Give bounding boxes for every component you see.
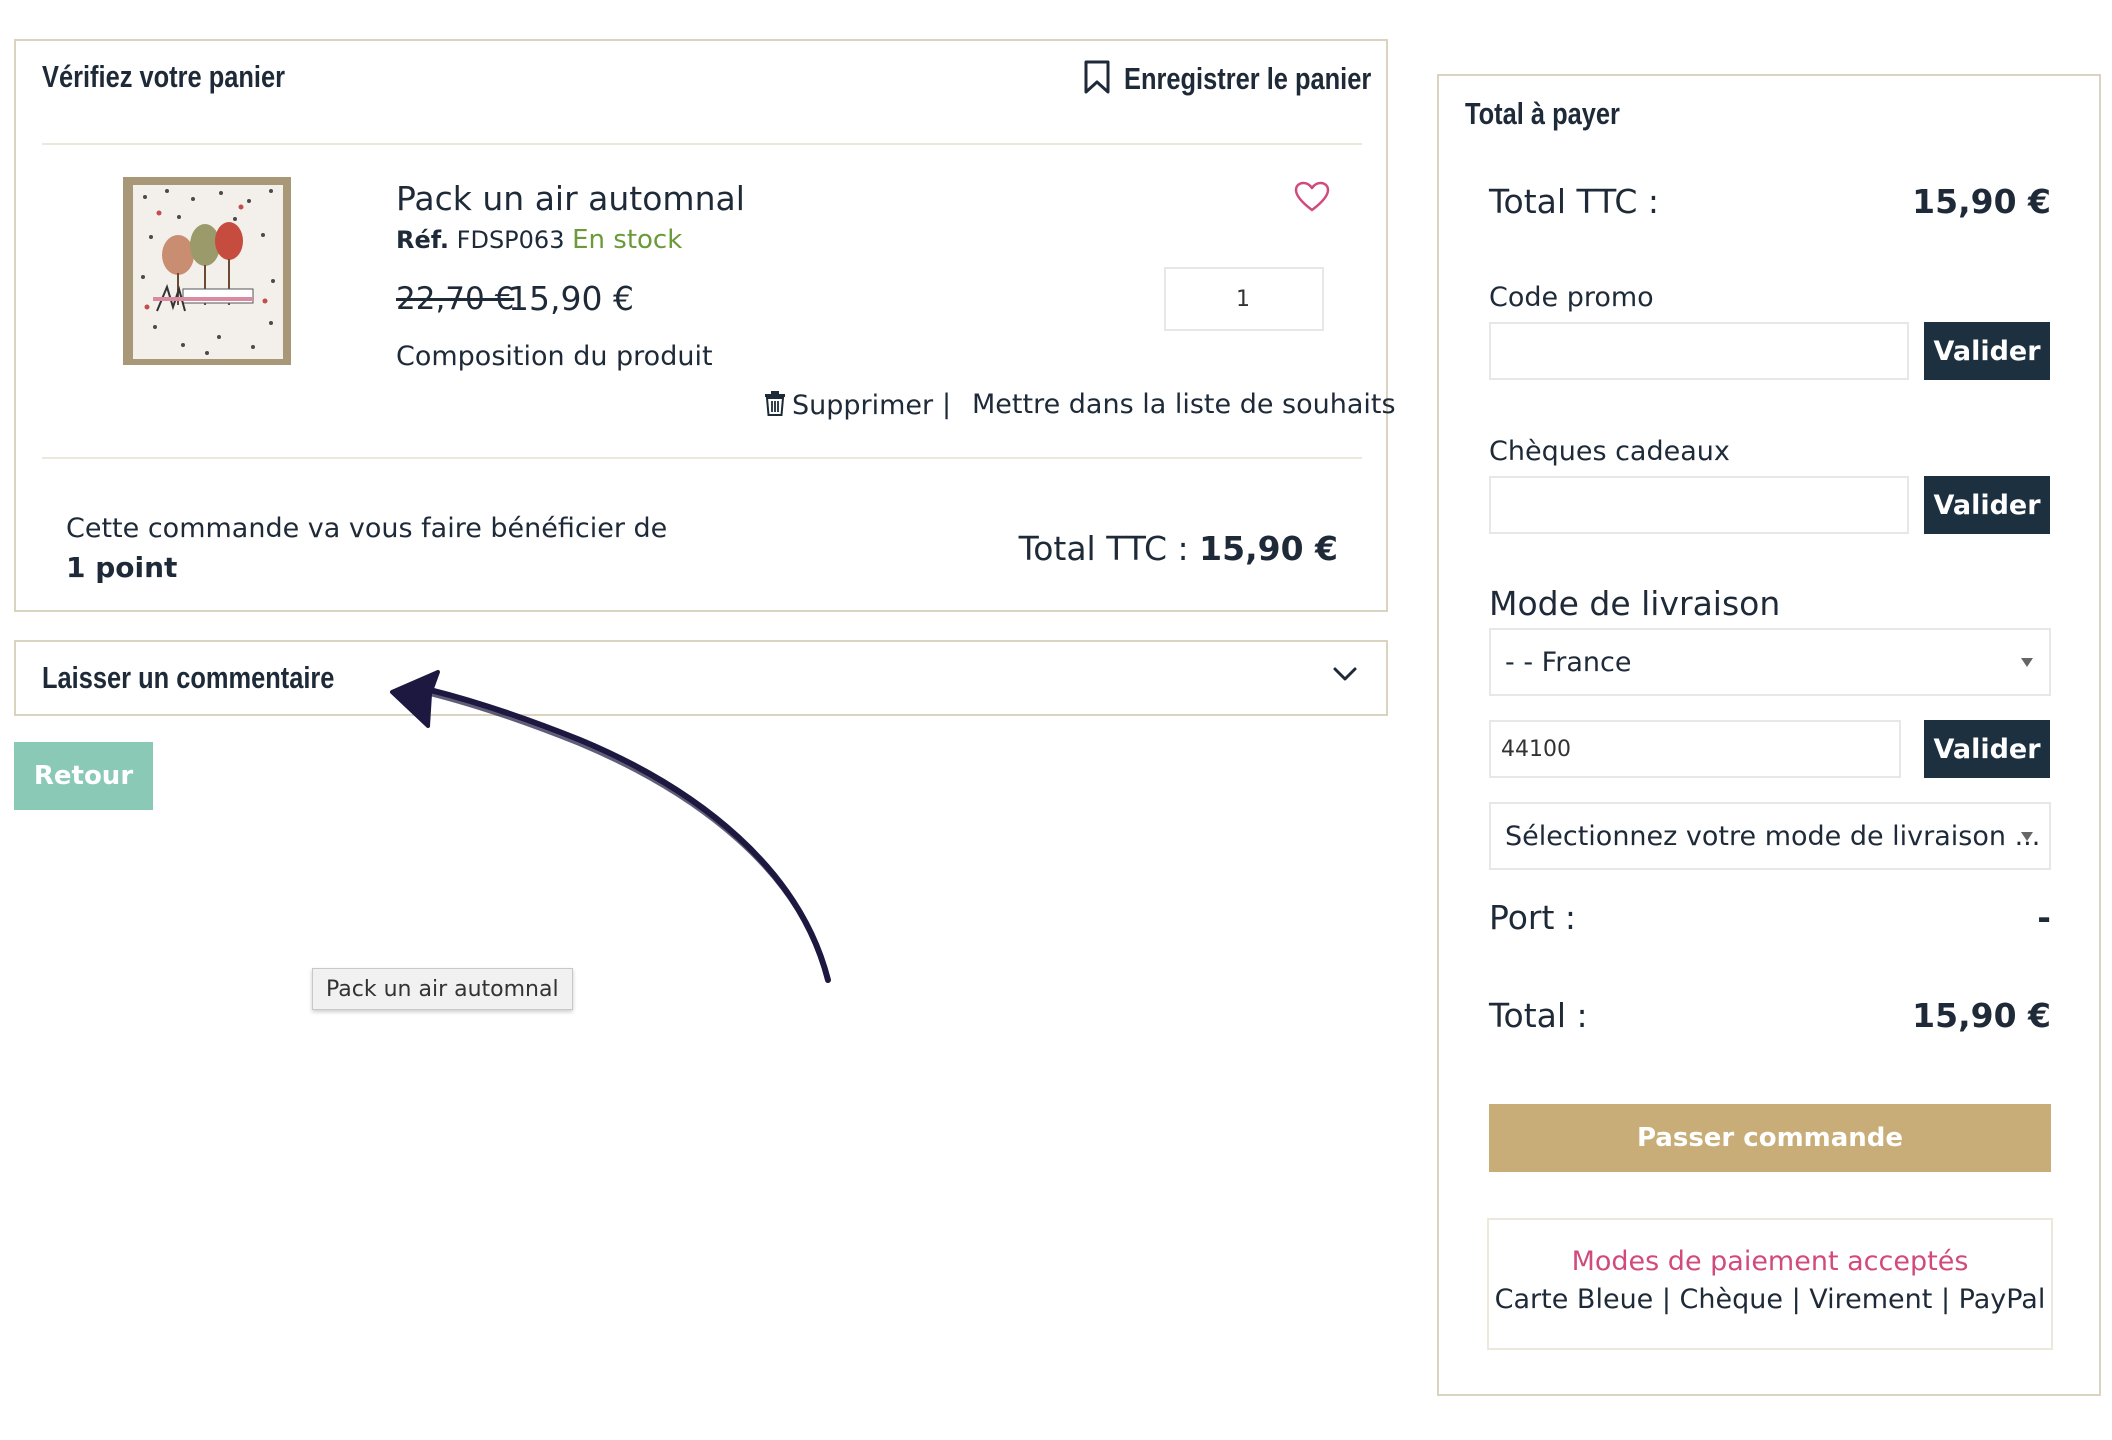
- composition-link[interactable]: Composition du produit: [396, 341, 713, 372]
- cart-title: Vérifiez votre panier: [42, 59, 286, 94]
- gift-card-label: Chèques cadeaux: [1489, 436, 1730, 467]
- payment-methods-list: Carte Bleue | Chèque | Virement | PayPal: [1494, 1284, 2046, 1315]
- chevron-down-icon: [2021, 658, 2033, 667]
- comment-label: Laisser un commentaire: [42, 660, 335, 695]
- loyalty-points-text: Cette commande va vous faire bénéficier …: [66, 513, 668, 544]
- cart-panel: Vérifiez votre panier Enregistrer le pan…: [14, 39, 1396, 612]
- tooltip-text: Pack un air automnal: [326, 976, 559, 1002]
- back-button[interactable]: Retour: [14, 742, 153, 810]
- delivery-method-value: Sélectionnez votre mode de livraison ...: [1505, 820, 2041, 852]
- summary-total-ttc-value: 15,90 €: [1912, 182, 2051, 221]
- cart-total-label: Total TTC :: [1018, 529, 1189, 568]
- country-select[interactable]: - - France: [1489, 628, 2051, 696]
- delivery-mode-label: Mode de livraison: [1489, 584, 1781, 623]
- delivery-method-select[interactable]: Sélectionnez votre mode de livraison ...: [1489, 802, 2051, 870]
- gift-card-submit-button[interactable]: Valider: [1924, 476, 2050, 534]
- promo-code-input[interactable]: [1489, 322, 1909, 380]
- divider: [42, 457, 1362, 459]
- grand-total-value: 15,90 €: [1912, 996, 2051, 1035]
- payment-methods-box: Modes de paiement acceptés Carte Bleue |…: [1487, 1218, 2053, 1350]
- trash-icon: [764, 390, 786, 420]
- save-cart-label: Enregistrer le panier: [1124, 61, 1372, 96]
- postcode-submit-button[interactable]: Valider: [1924, 720, 2050, 778]
- delete-label: Supprimer: [792, 389, 934, 421]
- loyalty-points-value: 1 point: [66, 551, 178, 584]
- delete-button[interactable]: Supprimer: [764, 385, 933, 425]
- save-cart-button[interactable]: Enregistrer le panier: [1082, 57, 1426, 101]
- annotation-arrow: [390, 670, 831, 983]
- ref-value: FDSP063: [456, 226, 565, 254]
- product-image[interactable]: [123, 177, 291, 365]
- chevron-down-icon: [1332, 666, 1358, 686]
- quantity-input[interactable]: [1164, 267, 1324, 331]
- place-order-button[interactable]: Passer commande: [1489, 1104, 2051, 1172]
- promo-code-submit-button[interactable]: Valider: [1924, 322, 2050, 380]
- back-label: Retour: [33, 761, 134, 791]
- chevron-down-icon: [2021, 832, 2033, 841]
- product-name[interactable]: Pack un air automnal: [396, 179, 745, 218]
- product-reference: Réf. FDSP063 En stock: [396, 225, 682, 255]
- gift-card-input[interactable]: [1489, 476, 1909, 534]
- place-order-label: Passer commande: [1636, 1123, 1904, 1153]
- shipping-label: Port :: [1489, 898, 1577, 937]
- country-value: - - France: [1505, 646, 1632, 678]
- action-separator: |: [942, 389, 952, 420]
- summary-title: Total à payer: [1465, 96, 1620, 131]
- summary-total-ttc-label: Total TTC :: [1489, 182, 1660, 221]
- ref-label: Réf.: [396, 226, 450, 254]
- product-price: 15,90 €: [508, 279, 634, 318]
- stock-status: En stock: [572, 225, 683, 255]
- wishlist-heart-icon[interactable]: [1294, 181, 1330, 215]
- divider: [42, 143, 1362, 145]
- grand-total-label: Total :: [1489, 996, 1588, 1035]
- cart-total: Total TTC : 15,90 €: [1019, 529, 1338, 568]
- old-price: 22,70 €: [396, 281, 515, 317]
- postcode-input[interactable]: [1489, 720, 1901, 778]
- shipping-value: -: [2037, 898, 2051, 937]
- summary-panel: Total à payer Total TTC : 15,90 € Code p…: [1437, 74, 2101, 1396]
- cart-total-value: 15,90 €: [1199, 529, 1338, 568]
- bookmark-icon: [1082, 59, 1112, 99]
- promo-code-label: Code promo: [1489, 282, 1654, 313]
- payment-methods-title: Modes de paiement acceptés: [1571, 1246, 1969, 1277]
- move-to-wishlist-link[interactable]: Mettre dans la liste de souhaits: [972, 389, 1396, 420]
- tooltip: Pack un air automnal: [312, 968, 573, 1010]
